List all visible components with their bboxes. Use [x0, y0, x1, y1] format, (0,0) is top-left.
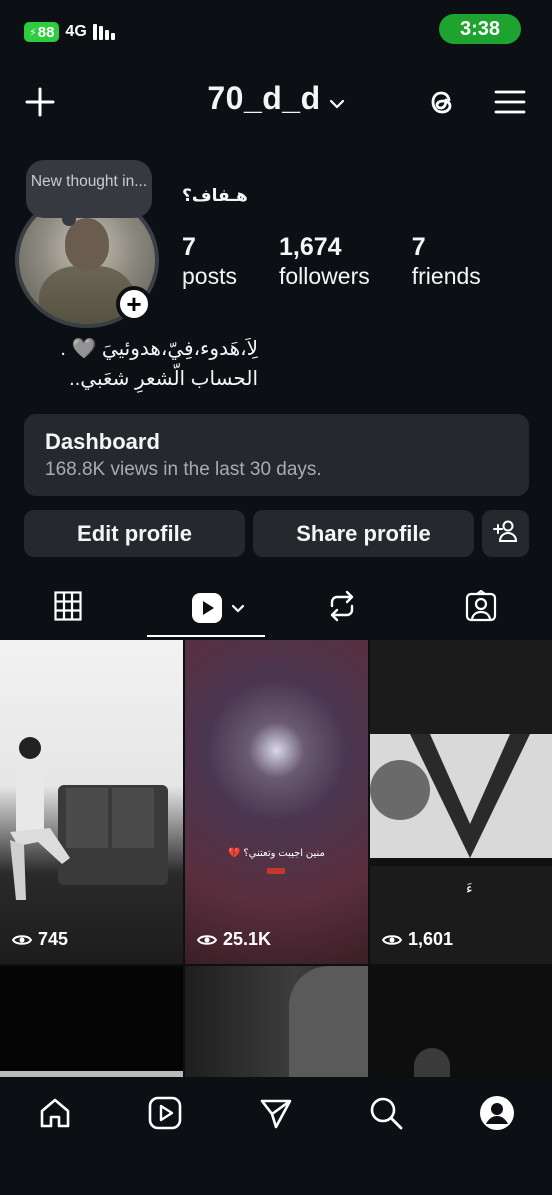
active-tab-indicator — [147, 635, 265, 637]
nav-messages[interactable] — [256, 1095, 296, 1135]
dashboard-subtitle: 168.8K views in the last 30 days. — [45, 459, 322, 480]
send-icon — [259, 1096, 293, 1135]
bio-line: لِاَ،هَدوء،فِيّ،هدوئييَ 🩶 . — [60, 338, 258, 360]
grid-item[interactable] — [0, 966, 183, 1077]
home-icon — [38, 1096, 72, 1135]
status-bar: ⚡ 88 4G 3:38 — [0, 0, 552, 62]
content-tabs — [0, 580, 552, 638]
bio: لِاَ،هَدوء،فِيّ،هدوئييَ 🩶 . الحساب الّشع… — [18, 334, 258, 394]
thought-bubble[interactable]: New thought in... — [26, 160, 152, 226]
eye-icon — [12, 934, 32, 945]
display-name: هـفاف؟ — [182, 186, 248, 205]
signal-icon — [92, 24, 115, 40]
charging-icon: ⚡ — [29, 26, 37, 39]
nav-home[interactable] — [35, 1095, 75, 1135]
add-story-icon[interactable]: + — [116, 286, 152, 322]
view-count: 1,601 — [382, 929, 453, 950]
menu-icon[interactable] — [492, 84, 528, 120]
battery-level: ⚡ 88 — [24, 22, 60, 42]
tab-reels[interactable] — [186, 588, 250, 628]
dashboard-title: Dashboard — [45, 429, 160, 454]
add-friend-button[interactable] — [482, 510, 529, 557]
stat-followers[interactable]: 1,674 followers — [279, 232, 370, 290]
reel-overlay-text: ءَ — [466, 880, 473, 896]
time-pill: 3:38 — [439, 14, 521, 44]
grid-item[interactable]: ءَ 1,601 — [370, 640, 552, 964]
tab-reposts[interactable] — [322, 588, 362, 628]
view-count: 745 — [12, 929, 68, 950]
repost-icon — [327, 590, 357, 627]
grid-item[interactable]: منين اجيبت وتعتني؟ 💔 25.1K — [185, 640, 368, 964]
stat-friends[interactable]: 7 friends — [412, 232, 481, 290]
edit-profile-button[interactable]: Edit profile — [24, 510, 245, 557]
profile-actions: Edit profile Share profile — [24, 510, 529, 557]
view-count: 25.1K — [197, 929, 271, 950]
reel-caption: منين اجيبت وتعتني؟ 💔 — [228, 848, 325, 859]
tab-grid[interactable] — [48, 588, 88, 628]
chevron-down-icon — [329, 80, 345, 117]
grid-item[interactable]: 745 — [0, 640, 183, 964]
stat-posts[interactable]: 7 posts — [182, 232, 237, 290]
share-profile-button[interactable]: Share profile — [253, 510, 474, 557]
reels-grid: 745 منين اجيبت وتعتني؟ 💔 25.1K ءَ 1,601 — [0, 640, 552, 1077]
profile-header: 70_d_d — [0, 62, 552, 142]
caption-tag — [267, 868, 285, 874]
profile-icon — [479, 1095, 515, 1136]
nav-search[interactable] — [366, 1095, 406, 1135]
search-icon — [369, 1096, 403, 1135]
tagged-icon — [465, 589, 497, 627]
add-person-icon — [492, 519, 519, 549]
nav-reels[interactable] — [145, 1095, 185, 1135]
reels-icon — [148, 1096, 182, 1135]
username-switcher[interactable]: 70_d_d — [0, 80, 552, 117]
reels-icon — [191, 592, 245, 624]
profile-stats: 7 posts 1,674 followers 7 friends — [182, 232, 523, 290]
eye-icon — [382, 934, 402, 945]
grid-item[interactable] — [185, 966, 368, 1077]
grid-item[interactable] — [370, 966, 552, 1077]
network-type: 4G — [65, 23, 87, 40]
threads-icon[interactable] — [424, 84, 460, 120]
grid-icon — [54, 590, 82, 626]
dashboard-card[interactable]: Dashboard 168.8K views in the last 30 da… — [24, 414, 529, 496]
battery-indicator: ⚡ 88 4G — [24, 22, 115, 42]
username: 70_d_d — [207, 80, 321, 116]
tab-tagged[interactable] — [461, 588, 501, 628]
bio-line: الحساب الّشعرِ شعَبي.. — [69, 368, 258, 390]
eye-icon — [197, 934, 217, 945]
bottom-navigation — [0, 1077, 552, 1195]
nav-profile[interactable] — [477, 1095, 517, 1135]
